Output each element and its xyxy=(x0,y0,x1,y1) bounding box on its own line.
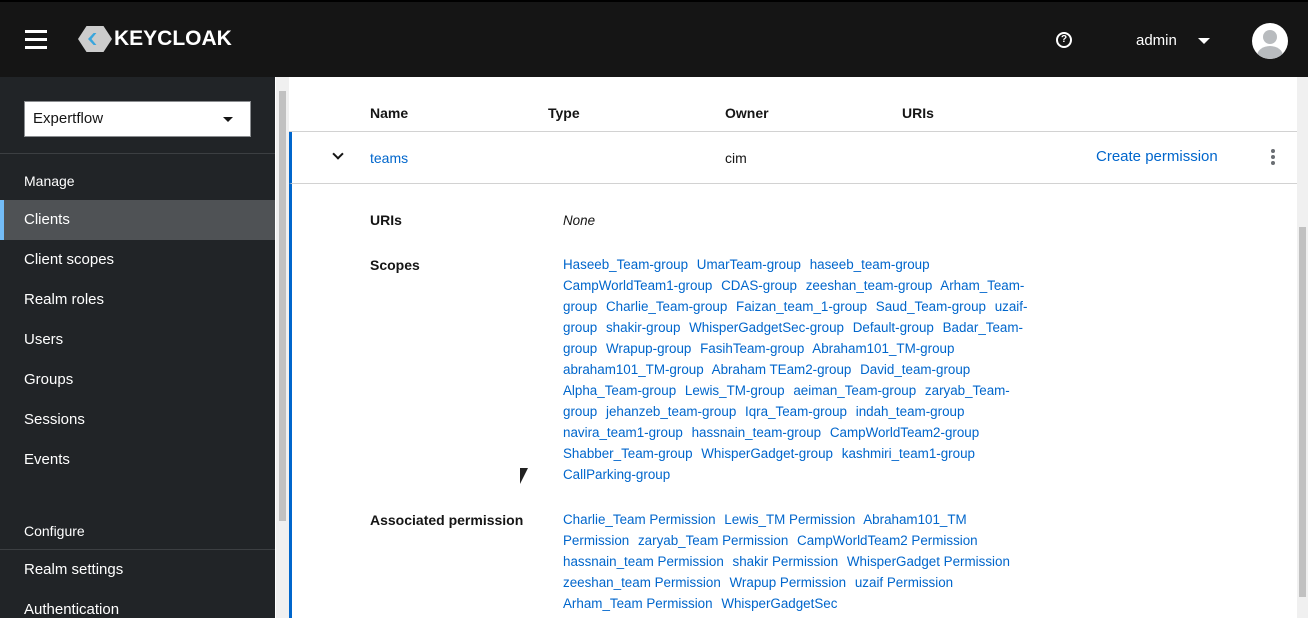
scope-link[interactable]: kashmiri_team1-group xyxy=(842,446,975,461)
scope-link[interactable]: Wrapup-group xyxy=(606,341,691,356)
table-row: teams cim Create permission xyxy=(289,132,1297,184)
scope-link[interactable]: Shabber_Team-group xyxy=(563,446,693,461)
column-uris: URIs xyxy=(902,105,934,121)
sidebar-item-clients[interactable]: Clients xyxy=(0,200,275,240)
user-menu-caret-icon[interactable] xyxy=(1198,38,1210,44)
sidebar-item-realm-roles[interactable]: Realm roles xyxy=(0,280,275,320)
scope-link[interactable]: jehanzeb_team-group xyxy=(606,404,736,419)
permission-link[interactable]: WhisperGadgetSec xyxy=(721,596,837,611)
resource-name-link[interactable]: teams xyxy=(370,150,408,166)
permissions-list: Charlie_Team Permission Lewis_TM Permiss… xyxy=(563,509,1033,614)
column-name[interactable]: Name xyxy=(370,105,408,121)
masthead: KEYCLOAK ? admin xyxy=(0,0,1308,77)
scope-link[interactable]: Saud_Team-group xyxy=(876,299,986,314)
hamburger-menu-icon[interactable] xyxy=(25,30,47,54)
user-menu[interactable]: admin xyxy=(1136,32,1177,49)
permission-link[interactable]: Wrapup Permission xyxy=(730,575,847,590)
scope-link[interactable]: Iqra_Team-group xyxy=(745,404,847,419)
scope-link[interactable]: haseeb_team-group xyxy=(810,257,930,272)
scopes-label: Scopes xyxy=(370,257,420,273)
expanded-detail: URIs None Scopes Haseeb_Team-group UmarT… xyxy=(289,184,1297,618)
chevron-down-icon[interactable] xyxy=(332,148,344,160)
scope-link[interactable]: navira_team1-group xyxy=(563,425,683,440)
permission-link[interactable]: WhisperGadget Permission xyxy=(847,554,1010,569)
resources-table: Name Type Owner URIs teams cim Create pe… xyxy=(289,77,1297,618)
uris-label: URIs xyxy=(370,212,402,228)
brand-text: KEYCLOAK xyxy=(114,27,232,50)
scope-link[interactable]: CallParking-group xyxy=(563,467,670,482)
permission-link[interactable]: Arham_Team Permission xyxy=(563,596,713,611)
sidebar: Expertflow Manage Clients Client scopes … xyxy=(0,77,275,618)
scope-link[interactable]: CDAS-group xyxy=(721,278,797,293)
column-type: Type xyxy=(548,105,580,121)
scope-link[interactable]: UmarTeam-group xyxy=(697,257,801,272)
owner-value: cim xyxy=(725,150,747,166)
scope-link[interactable]: Faizan_team_1-group xyxy=(736,299,867,314)
permission-link[interactable]: zaryab_Team Permission xyxy=(638,533,788,548)
permission-link[interactable]: CampWorldTeam2 Permission xyxy=(797,533,978,548)
keycloak-logo-icon xyxy=(78,26,112,52)
scope-link[interactable]: abraham101_TM-group xyxy=(563,362,704,377)
sidebar-item-client-scopes[interactable]: Client scopes xyxy=(0,240,275,280)
realm-name: Expertflow xyxy=(33,110,104,127)
scope-link[interactable]: WhisperGadget-group xyxy=(701,446,833,461)
main-scrollbar[interactable] xyxy=(1297,77,1308,618)
scopes-list: Haseeb_Team-group UmarTeam-group haseeb_… xyxy=(563,254,1033,485)
avatar[interactable] xyxy=(1252,23,1288,59)
scope-link[interactable]: Abraham101_TM-group xyxy=(812,341,954,356)
section-manage: Manage xyxy=(24,173,75,189)
sidebar-item-sessions[interactable]: Sessions xyxy=(0,400,275,440)
permission-link[interactable]: shakir Permission xyxy=(733,554,839,569)
permission-link[interactable]: Charlie_Team Permission xyxy=(563,512,716,527)
scope-link[interactable]: shakir-group xyxy=(606,320,680,335)
scope-link[interactable]: zeeshan_team-group xyxy=(806,278,933,293)
sidebar-item-groups[interactable]: Groups xyxy=(0,360,275,400)
column-owner: Owner xyxy=(725,105,769,121)
scope-link[interactable]: FasihTeam-group xyxy=(700,341,804,356)
permission-link[interactable]: Lewis_TM Permission xyxy=(724,512,855,527)
scope-link[interactable]: indah_team-group xyxy=(856,404,965,419)
create-permission-link[interactable]: Create permission xyxy=(1096,148,1218,165)
realm-selector[interactable]: Expertflow xyxy=(24,101,251,137)
permission-link[interactable]: uzaif Permission xyxy=(855,575,953,590)
scope-link[interactable]: Charlie_Team-group xyxy=(606,299,727,314)
sidebar-item-realm-settings[interactable]: Realm settings xyxy=(0,550,275,590)
sidebar-item-authentication[interactable]: Authentication xyxy=(0,590,275,630)
scope-link[interactable]: CampWorldTeam1-group xyxy=(563,278,712,293)
scope-link[interactable]: CampWorldTeam2-group xyxy=(830,425,979,440)
permission-link[interactable]: zeeshan_team Permission xyxy=(563,575,721,590)
scope-link[interactable]: Abraham TEam2-group xyxy=(712,362,852,377)
mouse-cursor-icon xyxy=(520,468,528,484)
sidebar-item-events[interactable]: Events xyxy=(0,440,275,480)
keycloak-logo[interactable]: KEYCLOAK xyxy=(78,26,232,52)
scope-link[interactable]: Default-group xyxy=(853,320,934,335)
uris-value: None xyxy=(563,213,596,228)
sidebar-scrollbar[interactable] xyxy=(276,77,289,618)
scope-link[interactable]: David_team-group xyxy=(860,362,970,377)
scope-link[interactable]: WhisperGadgetSec-group xyxy=(689,320,844,335)
divider xyxy=(0,153,275,154)
section-configure: Configure xyxy=(24,523,85,539)
associated-permission-label: Associated permission xyxy=(370,512,524,528)
scope-link[interactable]: Alpha_Team-group xyxy=(563,383,676,398)
scope-link[interactable]: Haseeb_Team-group xyxy=(563,257,688,272)
scope-link[interactable]: Lewis_TM-group xyxy=(685,383,785,398)
scope-link[interactable]: aeiman_Team-group xyxy=(793,383,916,398)
chevron-down-icon xyxy=(223,117,233,122)
scope-link[interactable]: hassnain_team-group xyxy=(692,425,822,440)
kebab-menu-icon[interactable] xyxy=(1271,149,1275,167)
help-icon[interactable]: ? xyxy=(1056,32,1072,48)
sidebar-item-users[interactable]: Users xyxy=(0,320,275,360)
table-header: Name Type Owner URIs xyxy=(289,90,1297,132)
permission-link[interactable]: hassnain_team Permission xyxy=(563,554,724,569)
